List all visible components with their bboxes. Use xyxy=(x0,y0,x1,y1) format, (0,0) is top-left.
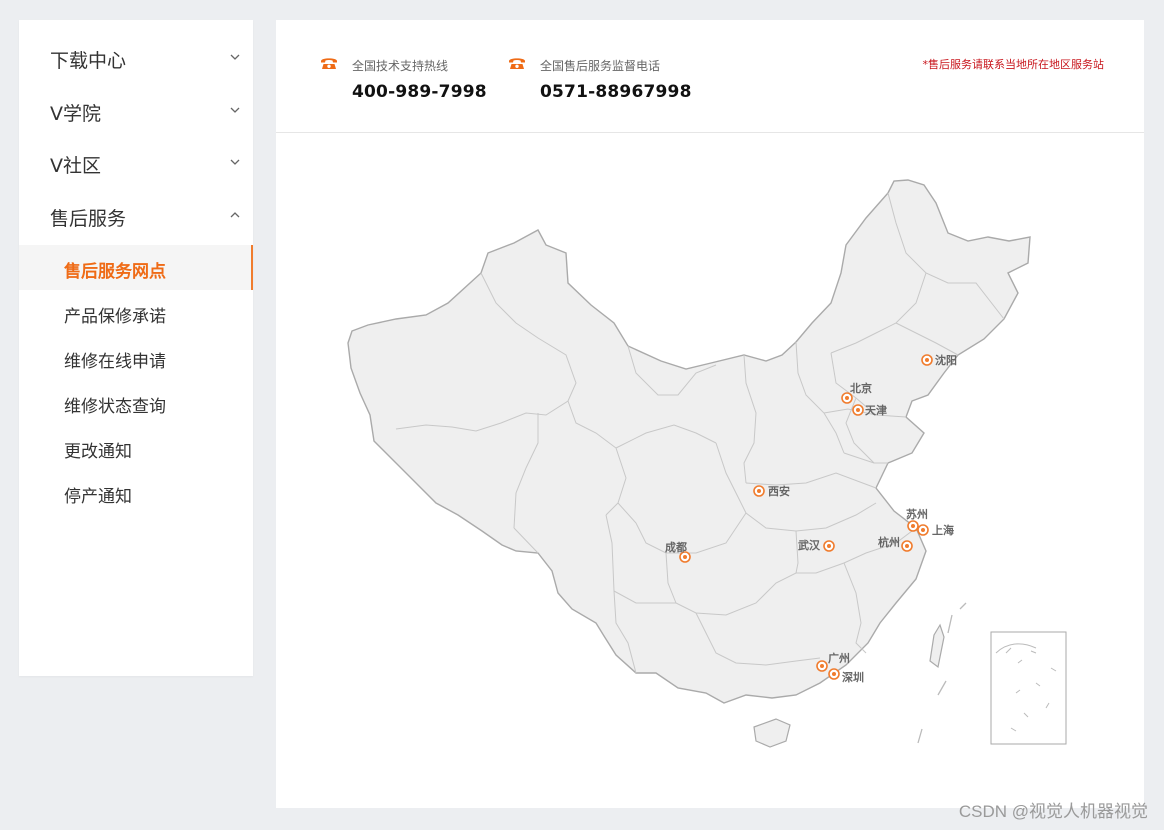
south-china-sea-inset xyxy=(990,631,1067,745)
city-label: 西安 xyxy=(768,484,790,498)
map-mainland xyxy=(347,179,1031,704)
city-label: 成都 xyxy=(665,540,687,554)
sidebar-item-label: 维修在线申请 xyxy=(64,352,166,372)
nav-group-label: 下载中心 xyxy=(50,50,127,72)
sidebar-item-change-notice[interactable]: 更改通知 xyxy=(19,425,253,470)
city-label: 广州 xyxy=(828,651,850,665)
service-map: 沈阳 北京 天津 西安 苏州 上海 杭州 成都 武汉 广州 深圳 xyxy=(276,133,1144,808)
service-notice: *售后服务请联系当地所在地区服务站 xyxy=(922,58,1105,71)
map-hainan xyxy=(753,718,791,748)
city-marker-shenzhen[interactable]: 深圳 xyxy=(828,668,864,684)
watermark: CSDN @视觉人机器视觉 xyxy=(958,802,1148,821)
city-label: 上海 xyxy=(932,523,954,537)
sidebar-item-repair-status[interactable]: 维修状态查询 xyxy=(19,380,253,425)
nav-group-downloads[interactable]: 下载中心 xyxy=(19,38,253,78)
sidebar-item-label: 维修状态查询 xyxy=(64,397,166,417)
hotline-number: 400-989-7998 xyxy=(352,82,487,102)
hotline-number: 0571-88967998 xyxy=(540,82,692,102)
sidebar-item-warranty[interactable]: 产品保修承诺 xyxy=(19,290,253,335)
phone-icon xyxy=(321,58,337,69)
city-label: 沈阳 xyxy=(935,353,957,367)
city-label: 苏州 xyxy=(906,507,928,521)
nav-group-after-sales[interactable]: 售后服务 xyxy=(19,196,253,236)
nav-group-label: V学院 xyxy=(50,103,101,125)
city-label: 北京 xyxy=(850,381,872,395)
coastal-boundary-lines xyxy=(917,602,967,744)
sidebar-item-service-outlets[interactable]: 售后服务网点 xyxy=(19,245,253,290)
sidebar-item-label: 产品保修承诺 xyxy=(64,307,166,327)
china-map: 沈阳 北京 天津 西安 苏州 上海 杭州 成都 武汉 广州 深圳 xyxy=(347,179,1067,748)
sidebar-item-label: 停产通知 xyxy=(64,487,132,507)
city-label: 天津 xyxy=(865,403,887,417)
sidebar-item-repair-apply[interactable]: 维修在线申请 xyxy=(19,335,253,380)
nav-group-label: V社区 xyxy=(50,155,101,177)
city-marker-shenyang[interactable]: 沈阳 xyxy=(921,353,957,367)
chevron-down-icon xyxy=(230,107,240,113)
hotline-caption: 全国售后服务监督电话 xyxy=(540,59,661,73)
hotline-caption: 全国技术支持热线 xyxy=(352,59,449,73)
main-panel: 全国技术支持热线 400-989-7998 全国售后服务监督电话 0571-88… xyxy=(276,20,1144,808)
chevron-down-icon xyxy=(230,159,240,165)
phone-icon xyxy=(509,58,525,69)
nav-group-label: 售后服务 xyxy=(50,208,127,230)
map-taiwan xyxy=(929,623,945,669)
hotline-bar: 全国技术支持热线 400-989-7998 全国售后服务监督电话 0571-88… xyxy=(276,20,1144,133)
city-label: 杭州 xyxy=(878,535,900,549)
nav-group-academy[interactable]: V学院 xyxy=(19,91,253,131)
sidebar: 下载中心 V学院 V社区 售后服务 售后服务网点 产品保修承诺 维修在线申请 维… xyxy=(19,20,253,676)
nav-group-community[interactable]: V社区 xyxy=(19,143,253,183)
sidebar-item-label: 更改通知 xyxy=(64,442,132,462)
chevron-down-icon xyxy=(230,54,240,60)
city-marker-shanghai[interactable]: 上海 xyxy=(917,523,954,537)
sidebar-item-label: 售后服务网点 xyxy=(64,262,166,282)
city-marker-xian[interactable]: 西安 xyxy=(753,484,790,498)
city-marker-tianjin[interactable]: 天津 xyxy=(852,403,887,417)
city-label: 深圳 xyxy=(842,670,864,684)
sidebar-item-discontinue-notice[interactable]: 停产通知 xyxy=(19,470,253,515)
city-label: 武汉 xyxy=(798,538,821,552)
chevron-up-icon xyxy=(230,212,240,218)
